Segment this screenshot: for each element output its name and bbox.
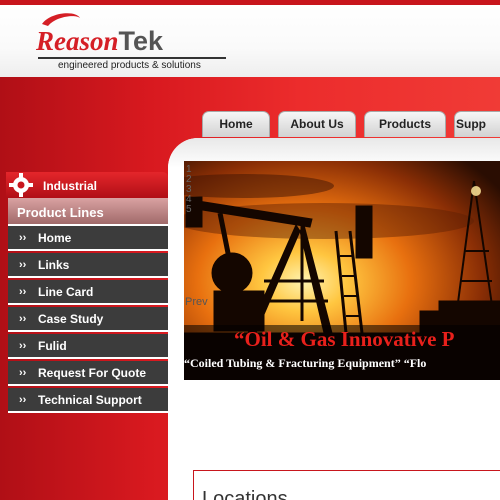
site-logo[interactable]: ReasonTek engineered products & solution…: [36, 10, 236, 72]
sidebar-item-label: Case Study: [38, 312, 104, 326]
sidebar-item-label: Links: [38, 258, 70, 272]
double-chevron-icon: ››: [19, 232, 27, 244]
slider-subline: “Coiled Tubing & Fracturing Equipment” “…: [184, 356, 427, 370]
pager-item[interactable]: 5: [186, 205, 196, 215]
locations-title: Locations: [202, 488, 288, 500]
sidebar-item-label: Home: [38, 231, 72, 245]
tab-label: Home: [219, 117, 253, 131]
sidebar-item-links[interactable]: ›› Links: [8, 253, 168, 278]
double-chevron-icon: ››: [19, 340, 27, 352]
tab-support[interactable]: Supp: [454, 111, 500, 137]
slider-prev-link[interactable]: Prev: [185, 296, 208, 308]
logo-wordmark: ReasonTek: [36, 26, 236, 56]
sidebar-item-fulid[interactable]: ›› Fulid: [8, 334, 168, 359]
sidebar-item-label: Request For Quote: [38, 366, 147, 380]
tab-about-us[interactable]: About Us: [278, 111, 356, 137]
sidebar-item-technical-support[interactable]: ›› Technical Support: [8, 388, 168, 413]
tab-products[interactable]: Products: [364, 111, 446, 137]
slider-pager[interactable]: 1 2 3 4 5: [186, 165, 196, 215]
tab-label: Products: [378, 117, 431, 131]
logo-underline: [38, 57, 226, 59]
double-chevron-icon: ››: [19, 367, 27, 379]
sidebar-header-label: Industrial: [43, 179, 98, 193]
gear-icon: [9, 173, 33, 197]
sidebar-item-home[interactable]: ›› Home: [8, 226, 168, 251]
slider-headline: “Oil & Gas Innovative P: [234, 327, 455, 351]
product-lines-label: Product Lines: [17, 205, 104, 220]
sidebar-item-case-study[interactable]: ›› Case Study: [8, 307, 168, 332]
tab-home[interactable]: Home: [202, 111, 270, 137]
double-chevron-icon: ››: [19, 313, 27, 325]
double-chevron-icon: ››: [19, 286, 27, 298]
tab-label: About Us: [290, 117, 344, 131]
sidebar-item-request-for-quote[interactable]: ›› Request For Quote: [8, 361, 168, 386]
logo-text-reason: Reason: [36, 26, 119, 56]
logo-text-tek: Tek: [118, 26, 164, 56]
sidebar-item-line-card[interactable]: ›› Line Card: [8, 280, 168, 305]
sidebar-item-label: Line Card: [38, 285, 94, 299]
double-chevron-icon: ››: [19, 394, 27, 406]
sidebar-item-label: Technical Support: [38, 393, 142, 407]
double-chevron-icon: ››: [19, 259, 27, 271]
sidebar-item-label: Fulid: [38, 339, 67, 353]
tab-label: Supp: [456, 117, 486, 131]
product-lines-heading: Product Lines: [8, 198, 168, 226]
logo-tagline: engineered products & solutions: [58, 60, 201, 71]
